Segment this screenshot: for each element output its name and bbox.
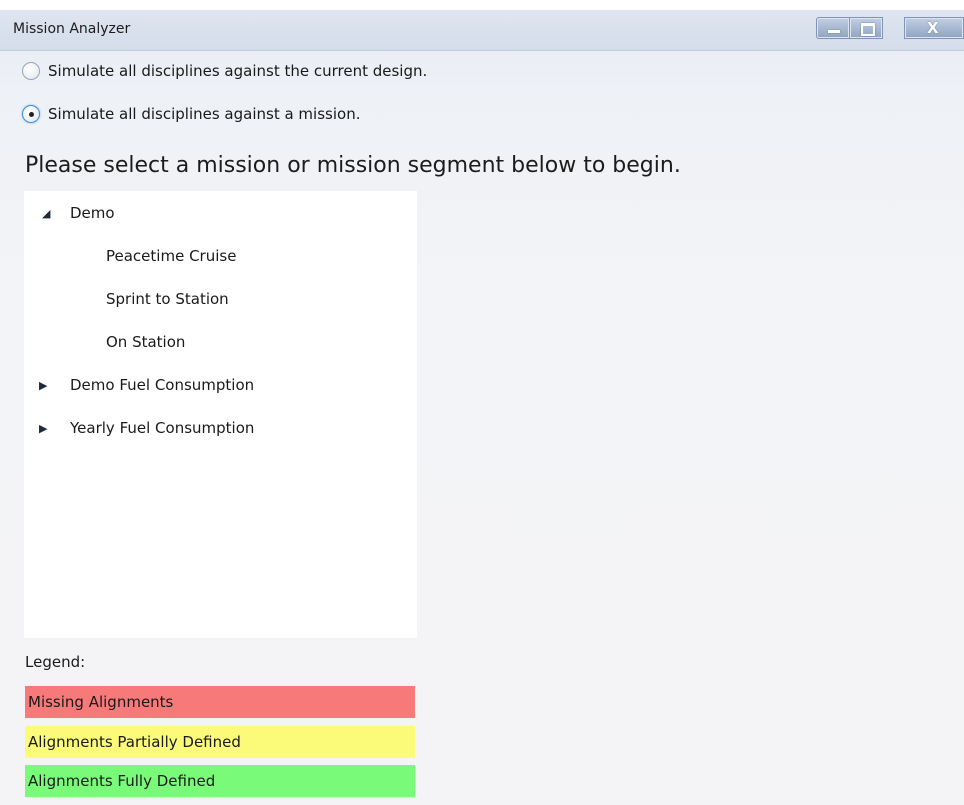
radio-button-current-design[interactable] [22,62,40,80]
tree-node-demo[interactable]: Demo [70,204,115,222]
maximize-button[interactable] [849,17,883,39]
tree-node-peacetime-cruise[interactable]: Peacetime Cruise [106,247,236,265]
maximize-icon [861,23,875,36]
radio-button-mission[interactable] [22,105,40,123]
option-mission[interactable]: Simulate all disciplines against a missi… [22,105,360,123]
legend-missing-alignments: Missing Alignments [25,686,415,718]
close-button[interactable]: X [904,17,964,39]
expand-triangle-icon[interactable]: ▶ [39,379,47,392]
radio-selected-dot [29,112,34,117]
tree-node-sprint-to-station[interactable]: Sprint to Station [106,290,229,308]
option-current-design-label: Simulate all disciplines against the cur… [48,62,428,80]
legend-fully-defined: Alignments Fully Defined [25,765,415,797]
tree-node-demo-fuel-consumption[interactable]: Demo Fuel Consumption [70,376,254,394]
tree-node-yearly-fuel-consumption[interactable]: Yearly Fuel Consumption [70,419,254,437]
window-title: Mission Analyzer [13,21,131,37]
legend-partially-defined: Alignments Partially Defined [25,726,415,758]
expand-triangle-icon[interactable]: ▶ [39,422,47,435]
close-icon: X [927,19,939,37]
tree-node-on-station[interactable]: On Station [106,333,185,351]
mission-tree[interactable]: ◢ Demo Peacetime Cruise Sprint to Statio… [24,191,417,638]
option-current-design[interactable]: Simulate all disciplines against the cur… [22,62,427,80]
legend-title: Legend: [25,653,86,671]
minimize-icon [828,30,840,33]
minimize-button[interactable] [816,17,850,39]
option-mission-label: Simulate all disciplines against a missi… [48,105,361,123]
instruction-text: Please select a mission or mission segme… [25,153,681,178]
mission-analyzer-window: Mission Analyzer X Simulate all discipli… [0,10,964,805]
collapse-triangle-icon[interactable]: ◢ [42,207,50,220]
title-bar[interactable]: Mission Analyzer X [0,10,964,51]
